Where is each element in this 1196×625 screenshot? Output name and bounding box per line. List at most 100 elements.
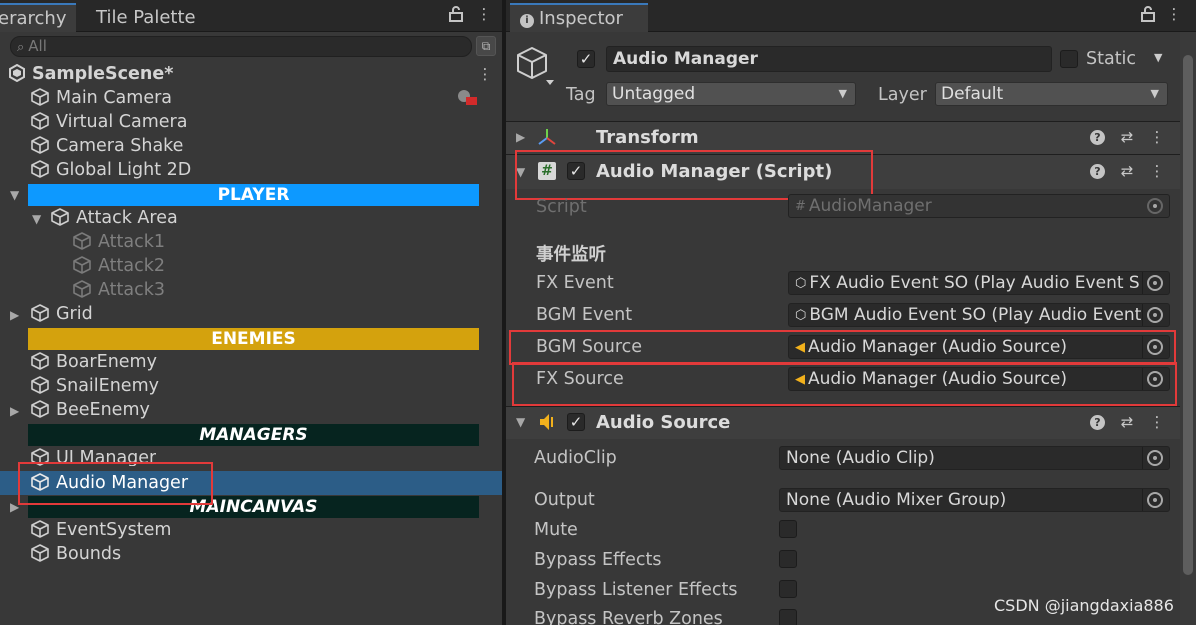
bgm-event-label: BGM Event — [536, 305, 633, 325]
component-menu-icon[interactable]: ⋮ — [1148, 413, 1166, 431]
header-managers[interactable]: MANAGERS — [28, 424, 479, 446]
tag-dropdown[interactable]: Untagged ▼ — [606, 82, 856, 106]
list-item-audio-manager[interactable]: Audio Manager — [30, 471, 188, 495]
more-options-icon[interactable]: ⋮ — [1166, 6, 1182, 22]
static-dropdown-icon[interactable]: ▼ — [1154, 51, 1162, 64]
gameobject-cube-icon — [31, 448, 49, 466]
bypass-reverb-checkbox[interactable] — [779, 609, 797, 625]
output-label: Output — [534, 490, 595, 510]
more-options-icon[interactable]: ⋮ — [476, 6, 492, 22]
mute-checkbox[interactable] — [779, 520, 797, 538]
gameobject-cube-icon — [31, 88, 49, 106]
object-picker-icon[interactable] — [1147, 339, 1163, 355]
list-item-attack1[interactable]: Attack1 — [72, 230, 165, 254]
help-icon[interactable]: ? — [1090, 130, 1105, 145]
header-maincanvas[interactable]: MAINCANVAS — [28, 496, 479, 518]
info-icon: i — [520, 14, 534, 28]
hierarchy-search-input[interactable]: ⌕ All — [10, 36, 472, 57]
object-name-input[interactable]: Audio Manager — [606, 46, 1052, 72]
script-enabled-checkbox[interactable]: ✓ — [567, 162, 585, 180]
static-checkbox[interactable] — [1060, 50, 1078, 68]
list-item-bee-enemy[interactable]: BeeEnemy — [30, 398, 150, 422]
expand-arrow-icon[interactable]: ▼ — [516, 415, 525, 429]
collapse-arrow-icon[interactable]: ▶ — [10, 500, 19, 514]
lock-icon[interactable] — [448, 6, 464, 22]
preset-icon[interactable]: ⇄ — [1118, 162, 1136, 180]
gameobject-cube-icon — [31, 352, 49, 370]
list-item-main-camera[interactable]: Main Camera — [30, 86, 172, 110]
header-player[interactable]: PLAYER — [28, 184, 479, 206]
output-field[interactable]: None (Audio Mixer Group) — [779, 488, 1170, 512]
tab-hierarchy[interactable]: erarchy — [0, 3, 77, 32]
list-item-boar-enemy[interactable]: BoarEnemy — [30, 350, 157, 374]
bypass-effects-label: Bypass Effects — [534, 550, 662, 570]
list-item-ui-manager[interactable]: UI Manager — [30, 446, 156, 466]
layer-dropdown[interactable]: Default ▼ — [935, 82, 1168, 106]
audio-source-enabled-checkbox[interactable]: ✓ — [567, 413, 585, 431]
component-menu-icon[interactable]: ⋮ — [1148, 128, 1166, 146]
unity-scene-icon — [9, 64, 25, 82]
expand-arrow-icon[interactable]: ▼ — [10, 188, 19, 202]
mute-label: Mute — [534, 520, 578, 540]
list-item-event-system[interactable]: EventSystem — [30, 518, 171, 542]
gameobject-cube-icon — [31, 304, 49, 322]
gameobject-cube-icon — [31, 520, 49, 538]
audio-clip-label: AudioClip — [534, 448, 617, 468]
list-item-virtual-camera[interactable]: Virtual Camera — [30, 110, 187, 134]
object-picker-icon[interactable] — [1147, 275, 1163, 291]
object-picker-icon[interactable] — [1147, 307, 1163, 323]
bypass-reverb-label: Bypass Reverb Zones — [534, 609, 723, 625]
audio-clip-field[interactable]: None (Audio Clip) — [779, 446, 1170, 470]
audio-source-title[interactable]: Audio Source — [596, 411, 730, 435]
list-item-attack-area[interactable]: Attack Area — [50, 206, 178, 230]
bgm-source-label: BGM Source — [536, 337, 643, 357]
bypass-effects-checkbox[interactable] — [779, 550, 797, 568]
object-picker-icon[interactable] — [1147, 450, 1163, 466]
object-picker-icon[interactable] — [1147, 371, 1163, 387]
header-enemies[interactable]: ENEMIES — [28, 328, 479, 350]
object-picker-icon[interactable] — [1147, 492, 1163, 508]
audio-source-icon — [538, 412, 558, 432]
list-item-attack3[interactable]: Attack3 — [72, 278, 165, 302]
help-icon[interactable]: ? — [1090, 415, 1105, 430]
search-options-button[interactable]: ⧉ — [476, 36, 496, 56]
collapse-arrow-icon[interactable]: ▶ — [10, 404, 19, 418]
list-item-bounds[interactable]: Bounds — [30, 542, 121, 566]
list-item-attack2[interactable]: Attack2 — [72, 254, 165, 278]
fx-event-field[interactable]: ⬡ FX Audio Event SO (Play Audio Event S — [788, 271, 1170, 295]
scriptable-object-icon: ⬡ — [795, 276, 807, 291]
list-item-grid[interactable]: Grid — [30, 302, 93, 326]
script-field: # AudioManager — [788, 194, 1170, 218]
gameobject-cube-icon — [31, 400, 49, 418]
tab-tile-palette[interactable]: Tile Palette — [86, 3, 206, 32]
expand-arrow-icon[interactable]: ▼ — [32, 212, 41, 226]
preset-icon[interactable]: ⇄ — [1118, 413, 1136, 431]
fx-source-label: FX Source — [536, 369, 624, 389]
speaker-icon: ◀ — [795, 340, 805, 355]
transform-title[interactable]: Transform — [596, 126, 699, 150]
active-checkbox[interactable]: ✓ — [577, 50, 595, 68]
fx-event-label: FX Event — [536, 273, 614, 293]
component-menu-icon[interactable]: ⋮ — [1148, 162, 1166, 180]
gameobject-cube-icon — [51, 208, 69, 226]
collapse-arrow-icon[interactable]: ▶ — [516, 130, 525, 144]
list-item-snail-enemy[interactable]: SnailEnemy — [30, 374, 159, 398]
preset-icon[interactable]: ⇄ — [1118, 128, 1136, 146]
gameobject-icon[interactable] — [514, 44, 554, 88]
inspector-scrollbar-thumb[interactable] — [1183, 55, 1193, 575]
bgm-event-field[interactable]: ⬡ BGM Audio Event SO (Play Audio Event — [788, 303, 1170, 327]
bypass-listener-checkbox[interactable] — [779, 580, 797, 598]
audio-manager-script-title[interactable]: Audio Manager (Script) — [596, 160, 832, 184]
expand-arrow-icon[interactable]: ▼ — [516, 165, 525, 179]
scene-more-icon[interactable]: ⋮ — [477, 66, 493, 82]
collapse-arrow-icon[interactable]: ▶ — [10, 308, 19, 322]
scene-row[interactable]: SampleScene* — [8, 62, 173, 86]
fx-source-field[interactable]: ◀ Audio Manager (Audio Source) — [788, 367, 1170, 391]
lock-icon[interactable] — [1140, 6, 1156, 22]
tab-inspector[interactable]: i Inspector — [510, 3, 648, 32]
inspector-panel: i Inspector ⋮ ✓ Audio Manager Static ▼ Ta… — [506, 0, 1196, 625]
list-item-camera-shake[interactable]: Camera Shake — [30, 134, 183, 158]
help-icon[interactable]: ? — [1090, 164, 1105, 179]
list-item-global-light[interactable]: Global Light 2D — [30, 158, 191, 182]
bgm-source-field[interactable]: ◀ Audio Manager (Audio Source) — [788, 335, 1170, 359]
